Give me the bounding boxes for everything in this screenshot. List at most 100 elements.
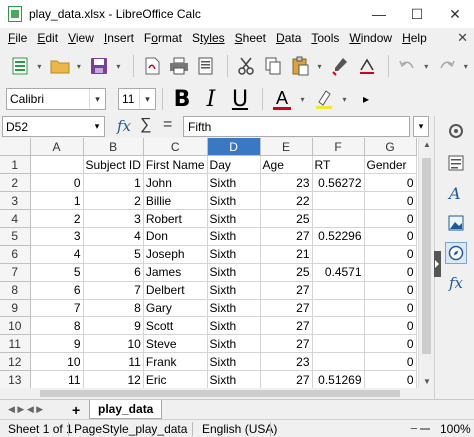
menu-tools[interactable]: Tools — [306, 31, 344, 45]
menu-view[interactable]: View — [63, 31, 99, 45]
function-wizard-icon[interactable]: fx — [117, 117, 131, 135]
grid-cell[interactable]: 8 — [83, 299, 144, 318]
grid-cell[interactable]: Sixth — [207, 370, 261, 388]
expand-formula-icon[interactable]: ▾ — [413, 116, 429, 137]
font-name-dropdown-icon[interactable]: ▾ — [89, 89, 105, 109]
grid-cell[interactable]: Steve — [143, 334, 208, 354]
grid-cell[interactable] — [312, 334, 365, 354]
menu-styles[interactable]: Styles — [187, 31, 230, 45]
grid-cell[interactable]: Age — [260, 155, 313, 175]
grid-cell[interactable]: 10 — [83, 334, 144, 354]
row-header[interactable]: 9 — [0, 299, 31, 318]
row-header[interactable]: 12 — [0, 352, 31, 372]
grid-cell[interactable]: Day — [207, 155, 261, 175]
save-dropdown-icon[interactable]: ▾ — [114, 62, 122, 71]
grid-cell[interactable]: First Name — [143, 155, 208, 175]
open-folder-icon[interactable] — [48, 53, 72, 79]
formula-input[interactable]: Fifth — [183, 116, 410, 137]
tab-nav-arrows-icon[interactable]: ◀ ▶ ◀ ▶ — [8, 404, 43, 415]
vertical-scroll-thumb[interactable] — [422, 158, 431, 354]
paste-icon[interactable] — [288, 53, 312, 79]
grid-cell[interactable]: 0.4571 — [312, 263, 365, 282]
name-box-dropdown-icon[interactable]: ▾ — [90, 117, 104, 136]
row-header[interactable]: 7 — [0, 263, 31, 282]
sidebar-functions-icon[interactable]: fx — [445, 272, 467, 294]
grid-cell[interactable]: 0 — [364, 209, 417, 228]
grid-cell[interactable]: Gender — [364, 155, 417, 175]
grid-cell[interactable]: 0 — [364, 352, 417, 372]
grid-cell[interactable]: 0.56272 — [312, 173, 365, 193]
grid-cell[interactable] — [30, 155, 84, 175]
copy-icon[interactable] — [261, 53, 285, 79]
grid-cell[interactable]: John — [143, 173, 208, 193]
grid-cell[interactable]: 22 — [260, 191, 313, 211]
font-size-box[interactable]: 11 ▾ — [118, 88, 156, 110]
row-header[interactable]: 11 — [0, 334, 31, 354]
row-header[interactable]: 13 — [0, 370, 31, 388]
grid-cell[interactable]: 1 — [83, 173, 144, 193]
underline-button[interactable]: U — [227, 86, 253, 112]
scroll-down-icon[interactable]: ▼ — [423, 377, 431, 386]
select-all-corner[interactable] — [0, 138, 31, 157]
sidebar-styles-icon[interactable]: A — [445, 182, 467, 204]
column-header-c[interactable]: C — [143, 138, 208, 157]
print-preview-icon[interactable] — [194, 53, 218, 79]
row-header[interactable]: 1 — [0, 155, 31, 175]
grid-cell[interactable] — [312, 281, 365, 300]
grid-cell[interactable]: 0 — [364, 191, 417, 211]
grid-cell[interactable]: Sixth — [207, 352, 261, 372]
sidebar-collapse-handle[interactable] — [434, 251, 441, 277]
undo-dropdown-icon[interactable]: ▾ — [422, 62, 430, 71]
add-sheet-button[interactable]: + — [72, 402, 80, 418]
grid-cell[interactable]: Sixth — [207, 281, 261, 300]
column-header-e[interactable]: E — [260, 138, 313, 157]
grid-cell[interactable]: 23 — [260, 352, 313, 372]
font-size-dropdown-icon[interactable]: ▾ — [139, 89, 155, 109]
row-header[interactable]: 5 — [0, 227, 31, 246]
grid-cell[interactable]: 10 — [30, 352, 84, 372]
close-document-icon[interactable]: ✕ — [457, 30, 468, 46]
grid-cell[interactable]: Sixth — [207, 173, 261, 193]
grid-cell[interactable]: 0 — [364, 245, 417, 264]
grid-cell[interactable]: Sixth — [207, 245, 261, 264]
grid-cell[interactable]: Delbert — [143, 281, 208, 300]
more-options-icon[interactable]: ▸ — [353, 86, 379, 112]
menu-help[interactable]: Help — [397, 31, 432, 45]
grid-cell[interactable]: Sixth — [207, 334, 261, 354]
column-header-f[interactable]: F — [312, 138, 365, 157]
cell-table[interactable]: A B C D E F G 1 Subject ID First Name Day Ag… — [0, 138, 417, 388]
grid-cell[interactable]: James — [143, 263, 208, 282]
zoom-slider[interactable] — [420, 428, 430, 430]
grid-cell[interactable]: 8 — [30, 316, 84, 336]
row-header[interactable]: 3 — [0, 191, 31, 211]
scroll-up-icon[interactable]: ▲ — [423, 140, 431, 149]
grid-cell[interactable]: Frank — [143, 352, 208, 372]
grid-cell[interactable]: 0 — [364, 281, 417, 300]
menu-edit[interactable]: Edit — [32, 31, 63, 45]
grid-cell[interactable]: 7 — [30, 299, 84, 318]
undo-icon[interactable] — [395, 53, 419, 79]
zoom-out-button[interactable]: − — [410, 421, 418, 436]
menu-window[interactable]: Window — [344, 31, 397, 45]
menu-format[interactable]: Format — [139, 31, 187, 45]
sidebar-navigator-icon[interactable] — [445, 242, 467, 264]
grid-cell[interactable]: 4 — [83, 227, 144, 246]
font-color-dropdown-icon[interactable]: ▾ — [298, 95, 307, 104]
grid-cell[interactable]: Sixth — [207, 263, 261, 282]
grid-cell[interactable]: 27 — [260, 227, 313, 246]
grid-cell[interactable]: 21 — [260, 245, 313, 264]
grid-cell[interactable]: 27 — [260, 281, 313, 300]
grid-cell[interactable]: RT — [312, 155, 365, 175]
horizontal-scrollbar[interactable] — [0, 388, 434, 399]
grid-cell[interactable]: 1 — [30, 191, 84, 211]
grid-cell[interactable]: 0 — [364, 173, 417, 193]
highlight-color-icon[interactable] — [311, 86, 337, 112]
grid-cell[interactable]: 25 — [260, 209, 313, 228]
grid-cell[interactable]: 0 — [364, 334, 417, 354]
row-header[interactable]: 2 — [0, 173, 31, 193]
new-spreadsheet-icon[interactable] — [8, 53, 32, 79]
grid-cell[interactable]: Sixth — [207, 316, 261, 336]
minimize-button[interactable]: — — [360, 0, 398, 28]
status-page-style[interactable]: PageStyle_play_data — [74, 422, 187, 436]
grid-cell[interactable] — [312, 209, 365, 228]
